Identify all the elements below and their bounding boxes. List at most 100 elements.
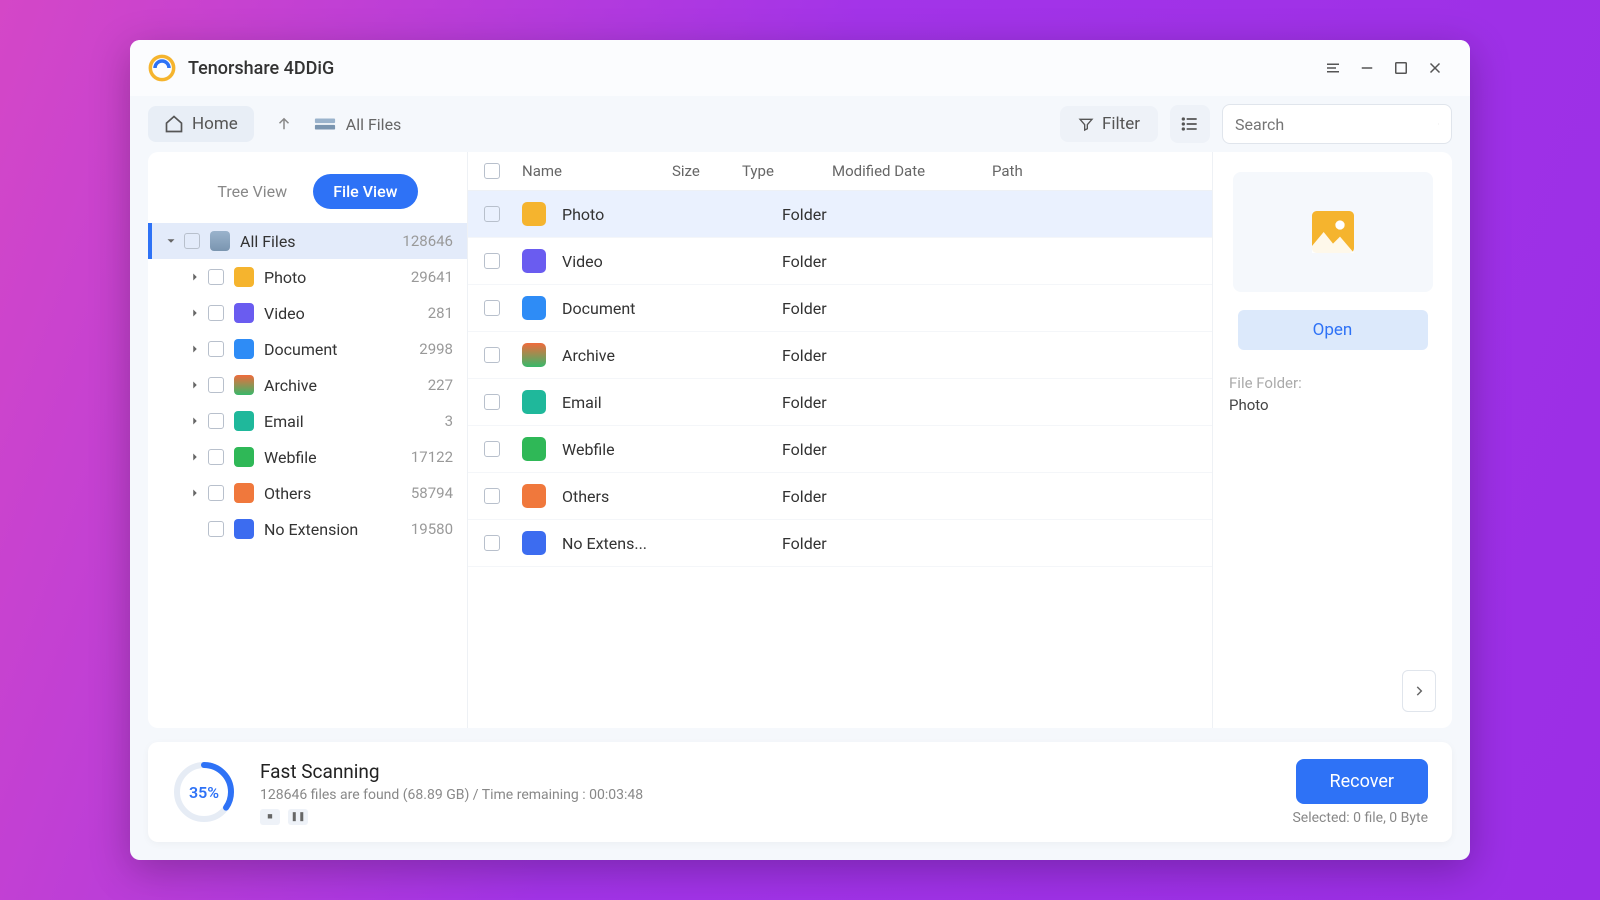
caret-right-icon [188,378,202,392]
detail-meta: File Folder: Photo [1229,374,1436,414]
search-icon [1438,115,1439,133]
checkbox[interactable] [484,441,500,457]
filter-button[interactable]: Filter [1060,106,1158,142]
list-icon [1180,114,1200,134]
tree-item-count: 2998 [419,340,453,358]
file-type: Folder [782,440,872,459]
tree-item[interactable]: No Extension19580 [148,511,467,547]
up-button[interactable] [266,106,302,142]
search-input[interactable] [1235,115,1438,134]
checkbox[interactable] [208,377,224,393]
col-name[interactable]: Name [522,162,672,180]
chevron-right-icon [1412,684,1426,698]
tree-item[interactable]: Others58794 [148,475,467,511]
toolbar: Home All Files Filter [130,96,1470,152]
caret-right-icon [188,486,202,500]
checkbox[interactable] [208,521,224,537]
tree-item[interactable]: Document2998 [148,331,467,367]
caret-down-icon [164,234,178,248]
tree-view-tab[interactable]: Tree View [197,174,307,209]
scan-title: Fast Scanning [260,760,643,783]
arrow-up-icon [275,115,293,133]
tree-item-label: Photo [264,268,411,287]
file-name: Webfile [562,440,712,459]
close-button[interactable] [1418,51,1452,85]
stop-button[interactable]: ■ [260,809,280,825]
file-row[interactable]: OthersFolder [468,473,1212,520]
detail-panel: Open File Folder: Photo [1212,152,1452,728]
select-all-checkbox[interactable] [484,163,500,179]
checkbox[interactable] [484,300,500,316]
next-page-button[interactable] [1402,670,1436,712]
filter-label: Filter [1102,114,1140,134]
checkbox[interactable] [484,394,500,410]
file-type: Folder [782,252,872,271]
checkbox[interactable] [484,488,500,504]
tree-item[interactable]: Webfile17122 [148,439,467,475]
checkbox[interactable] [184,233,200,249]
minimize-button[interactable] [1350,51,1384,85]
category-icon [234,447,254,467]
file-row[interactable]: DocumentFolder [468,285,1212,332]
col-path[interactable]: Path [992,162,1196,180]
checkbox[interactable] [208,305,224,321]
file-type-icon [522,249,546,273]
file-row[interactable]: ArchiveFolder [468,332,1212,379]
tree-item-count: 3 [445,412,453,430]
col-size[interactable]: Size [672,162,742,180]
main-area: Tree View File View All Files 128646 Pho… [130,152,1470,728]
col-modified[interactable]: Modified Date [832,162,992,180]
pause-button[interactable]: ❚❚ [288,809,308,825]
detail-folder-value: Photo [1229,396,1436,414]
file-row[interactable]: PhotoFolder [468,191,1212,238]
tree-item[interactable]: Archive227 [148,367,467,403]
checkbox[interactable] [208,269,224,285]
drive-icon [314,115,336,133]
preview-thumbnail [1233,172,1433,292]
tree-root-all-files[interactable]: All Files 128646 [148,223,467,259]
tree-root-count: 128646 [402,232,453,250]
file-name: Document [562,299,712,318]
checkbox[interactable] [484,535,500,551]
file-type-icon [522,390,546,414]
caret-right-icon [188,270,202,284]
open-button[interactable]: Open [1238,310,1428,350]
maximize-button[interactable] [1384,51,1418,85]
file-row[interactable]: Webfile Folder [468,426,1212,473]
breadcrumb[interactable]: All Files [314,115,402,134]
file-row[interactable]: VideoFolder [468,238,1212,285]
caret-right-icon [188,306,202,320]
checkbox[interactable] [208,341,224,357]
checkbox[interactable] [208,413,224,429]
category-icon [234,519,254,539]
file-name: Email [562,393,712,412]
tree-item-label: Email [264,412,445,431]
file-row[interactable]: No Extens...Folder [468,520,1212,567]
menu-button[interactable] [1316,51,1350,85]
tree-item[interactable]: Email3 [148,403,467,439]
tree-item[interactable]: Photo29641 [148,259,467,295]
checkbox[interactable] [208,485,224,501]
checkbox[interactable] [484,206,500,222]
category-icon [234,411,254,431]
scan-info: Fast Scanning 128646 files are found (68… [260,760,643,825]
home-button[interactable]: Home [148,106,254,142]
breadcrumb-label: All Files [346,115,402,134]
col-type[interactable]: Type [742,162,832,180]
recover-button[interactable]: Recover [1296,759,1428,804]
tree-item-label: Video [264,304,428,323]
home-icon [164,114,184,134]
checkbox[interactable] [208,449,224,465]
tree-item-count: 19580 [411,520,453,538]
file-view-tab[interactable]: File View [313,174,417,209]
view-toggle: Tree View File View [148,164,467,223]
checkbox[interactable] [484,253,500,269]
file-type-icon [522,437,546,461]
view-list-button[interactable] [1170,105,1210,143]
file-row[interactable]: EmailFolder [468,379,1212,426]
titlebar: Tenorshare 4DDiG [130,40,1470,96]
checkbox[interactable] [484,347,500,363]
search-box[interactable] [1222,104,1452,144]
tree-item[interactable]: Video281 [148,295,467,331]
caret-right-icon [188,342,202,356]
